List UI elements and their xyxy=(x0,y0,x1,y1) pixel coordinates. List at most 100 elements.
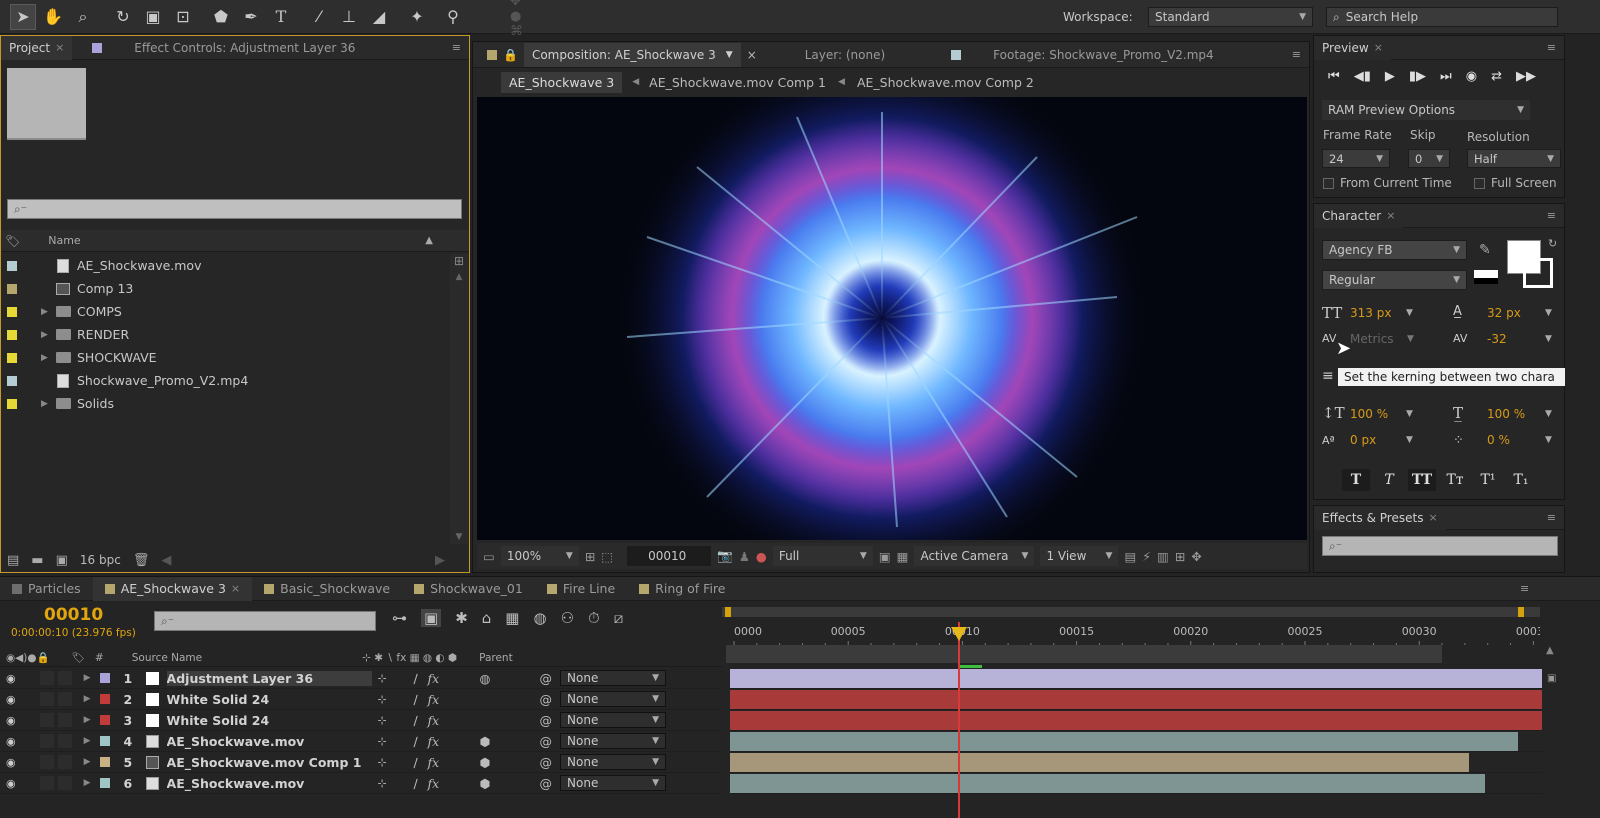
project-item[interactable]: Comp 13 xyxy=(1,277,449,300)
effect-switch-icon[interactable]: fx xyxy=(428,713,448,728)
flowchart-icon[interactable]: ⊞ xyxy=(450,254,468,268)
tab-preview[interactable]: Preview × xyxy=(1314,35,1391,60)
solo-toggle[interactable] xyxy=(39,734,54,748)
faux-italic-button[interactable]: T xyxy=(1375,469,1403,491)
timeline-tab[interactable]: AE_Shockwave 3 × xyxy=(92,576,253,601)
subscript-button[interactable]: T₁ xyxy=(1507,469,1535,491)
frame-rate-dropdown[interactable]: 24 ▼ xyxy=(1322,149,1390,168)
selection-tool-icon[interactable]: ➤ xyxy=(10,3,36,30)
pick-whip-icon[interactable]: @ xyxy=(540,713,553,728)
layer-source-name[interactable]: AE_Shockwave.mov xyxy=(167,734,372,749)
timeline-search-input[interactable]: ⌕⁻ xyxy=(154,611,376,631)
tab-layer[interactable]: Layer: (none) xyxy=(797,43,893,67)
panel-menu-icon[interactable]: ≡ xyxy=(1547,41,1564,54)
pick-whip-icon[interactable]: @ xyxy=(540,734,553,749)
first-frame-icon[interactable]: ⏮ xyxy=(1328,69,1340,84)
expand-arrow-icon[interactable]: ▶ xyxy=(41,353,55,363)
expand-arrow-icon[interactable]: ▶ xyxy=(84,694,91,704)
resolution-dropdown[interactable]: Half ▼ xyxy=(1467,149,1561,168)
pick-whip-icon[interactable]: @ xyxy=(540,692,553,707)
shy-switch-icon[interactable]: ⊹ xyxy=(378,756,402,769)
eye-icon[interactable]: ◉ xyxy=(6,672,16,685)
zoom-slider-icon[interactable]: ▲ xyxy=(1546,645,1560,663)
type-tool-icon[interactable]: T xyxy=(268,4,294,30)
adjustment-switch-icon[interactable]: ⬢ xyxy=(480,755,500,770)
quality-switch-icon[interactable]: ∕ xyxy=(414,713,428,728)
layer-duration-bar[interactable] xyxy=(730,753,1469,772)
stroke-color-swatch[interactable] xyxy=(1523,258,1553,288)
quality-switch-icon[interactable]: ∕ xyxy=(414,755,428,770)
full-screen-checkbox[interactable]: Full Screen xyxy=(1474,176,1557,190)
label-swatch[interactable] xyxy=(7,306,17,317)
flowchart-icon[interactable]: ⊞ xyxy=(1175,549,1185,564)
scroll-right-icon[interactable]: ▶ xyxy=(435,553,445,568)
expand-arrow-icon[interactable]: ▶ xyxy=(84,778,91,788)
lock-toggle[interactable] xyxy=(57,671,72,685)
label-swatch[interactable] xyxy=(99,694,110,704)
tab-effect-controls[interactable]: Effect Controls: Adjustment Layer 36 xyxy=(84,36,363,60)
small-caps-button[interactable]: Tт xyxy=(1441,469,1469,491)
timeline-icon[interactable]: ▥ xyxy=(1157,549,1169,564)
frame-blending-icon[interactable]: ⌂ xyxy=(482,609,492,627)
close-icon[interactable]: × xyxy=(231,582,240,595)
checkbox[interactable] xyxy=(1323,177,1334,189)
rotate-tool-icon[interactable]: ↻ xyxy=(110,4,136,30)
keyframe-icon[interactable]: ⏱ xyxy=(588,609,600,627)
resolution-dropdown[interactable]: Full ▼ xyxy=(772,546,873,566)
project-item[interactable]: ▶ COMPS xyxy=(1,300,449,323)
solo-toggle[interactable] xyxy=(39,692,54,706)
close-icon[interactable]: × xyxy=(747,48,757,62)
chevron-down-icon[interactable]: ▼ xyxy=(1406,435,1413,445)
font-size-value[interactable]: 313 px xyxy=(1350,306,1391,320)
eyedropper-icon[interactable]: ✎ xyxy=(1479,242,1491,258)
panel-menu-icon[interactable]: ≡ xyxy=(1547,209,1564,222)
layer-source-name[interactable]: AE_Shockwave.mov Comp 1 xyxy=(167,755,372,770)
adjustment-switch-icon[interactable]: ◍ xyxy=(480,671,500,686)
column-name[interactable]: Name xyxy=(48,234,80,247)
quality-switch-icon[interactable]: ∕ xyxy=(414,776,428,791)
loop-icon[interactable]: ⇄ xyxy=(1491,69,1502,84)
project-item[interactable]: AE_Shockwave.mov xyxy=(1,254,449,277)
timeline-layer-row[interactable]: ◉ ▶ 2 White Solid 24 ⊹ ∕ fx @ None ▼ xyxy=(0,689,722,710)
shy-switch-icon[interactable]: ⊹ xyxy=(378,672,402,685)
parent-dropdown[interactable]: None ▼ xyxy=(560,691,667,707)
chevron-down-icon[interactable]: ▼ xyxy=(726,50,733,60)
work-area-bar[interactable] xyxy=(722,607,1540,617)
timeline-tab[interactable]: Basic_Shockwave xyxy=(252,577,402,601)
current-time-field[interactable]: 00010 xyxy=(627,546,712,566)
effects-search-input[interactable]: ⌕⁻ xyxy=(1322,536,1558,556)
views-dropdown[interactable]: 1 View ▼ xyxy=(1040,546,1119,566)
comp-mini-flowchart-icon[interactable]: ⊶ xyxy=(392,609,407,627)
project-item[interactable]: ▶ SHOCKWAVE xyxy=(1,346,449,369)
solo-toggle[interactable] xyxy=(39,776,54,790)
ram-preview-icon[interactable]: ▶▶ xyxy=(1516,69,1536,84)
label-swatch[interactable] xyxy=(99,778,110,788)
work-area-start-handle[interactable] xyxy=(725,607,731,617)
faux-bold-button[interactable]: T xyxy=(1342,469,1370,491)
puppet-pin-tool-icon[interactable]: ⚲ xyxy=(440,4,466,30)
pick-whip-icon[interactable]: @ xyxy=(540,671,553,686)
shape-tool-icon[interactable]: ⬟ xyxy=(208,4,234,30)
lock-toggle[interactable] xyxy=(57,755,72,769)
superscript-button[interactable]: T¹ xyxy=(1474,469,1502,491)
graph-editor-icon[interactable]: ⚇ xyxy=(561,609,574,627)
solo-toggle[interactable] xyxy=(39,671,54,685)
layer-source-name[interactable]: White Solid 24 xyxy=(167,692,372,707)
clone-stamp-tool-icon[interactable]: ⊥ xyxy=(336,4,362,30)
expand-arrow-icon[interactable]: ▶ xyxy=(41,307,55,317)
new-comp-icon[interactable]: ▣ xyxy=(56,553,68,568)
tab-project[interactable]: Project × xyxy=(1,35,73,60)
exposure-icon[interactable]: ✥ xyxy=(1191,549,1201,564)
next-frame-icon[interactable]: ▮▶ xyxy=(1409,69,1426,84)
expand-arrow-icon[interactable]: ▶ xyxy=(41,399,55,409)
bpc-label[interactable]: 16 bpc xyxy=(80,553,121,567)
last-frame-icon[interactable]: ⏭ xyxy=(1440,69,1452,84)
timeline-tab[interactable]: Shockwave_01 xyxy=(402,577,535,601)
tab-effects-presets[interactable]: Effects & Presets × xyxy=(1314,505,1446,530)
graph-icon[interactable]: ⧄ xyxy=(614,609,624,627)
eye-icon[interactable]: ◉ xyxy=(6,735,16,748)
timeline-tab[interactable]: Particles xyxy=(0,577,93,601)
new-folder-icon[interactable]: ▬ xyxy=(31,553,43,568)
panel-menu-icon[interactable]: ≡ xyxy=(1520,582,1529,595)
label-swatch[interactable] xyxy=(99,736,110,746)
